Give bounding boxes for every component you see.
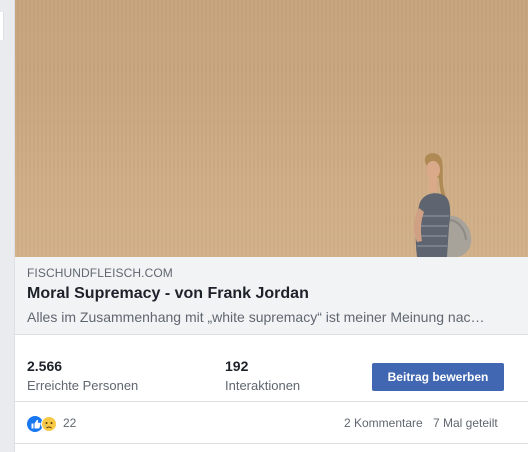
- reach-label: Erreichte Personen: [27, 378, 139, 393]
- comments-count-link[interactable]: 2 Kommentare: [344, 416, 423, 430]
- reaction-icons[interactable]: [27, 415, 59, 433]
- shares-count-link[interactable]: 7 Mal geteilt: [433, 416, 498, 430]
- link-preview-image[interactable]: [15, 0, 528, 257]
- sad-icon: [41, 416, 57, 432]
- link-description: Alles im Zusammenhang mit „white suprema…: [27, 309, 485, 325]
- reaction-count[interactable]: 22: [63, 416, 76, 430]
- reach-value: 2.566: [27, 358, 63, 374]
- reactions-bar: 22 2 Kommentare 7 Mal geteilt: [15, 402, 528, 444]
- link-preview-info[interactable]: FISCHUNDFLEISCH.COM Moral Supremacy - vo…: [15, 257, 528, 335]
- post-card: FISCHUNDFLEISCH.COM Moral Supremacy - vo…: [14, 0, 528, 452]
- link-title[interactable]: Moral Supremacy - von Frank Jordan: [27, 285, 309, 303]
- adjacent-card-edge: [0, 12, 4, 40]
- link-domain: FISCHUNDFLEISCH.COM: [27, 266, 173, 280]
- like-icon: [27, 416, 43, 432]
- boost-post-button[interactable]: Beitrag bewerben: [372, 363, 504, 391]
- engagement-value: 192: [225, 358, 249, 374]
- post-insights: 2.566 Erreichte Personen 192 Interaktion…: [15, 335, 528, 402]
- engagement-label: Interaktionen: [225, 378, 301, 393]
- woman-with-backpack-figure: [414, 153, 472, 257]
